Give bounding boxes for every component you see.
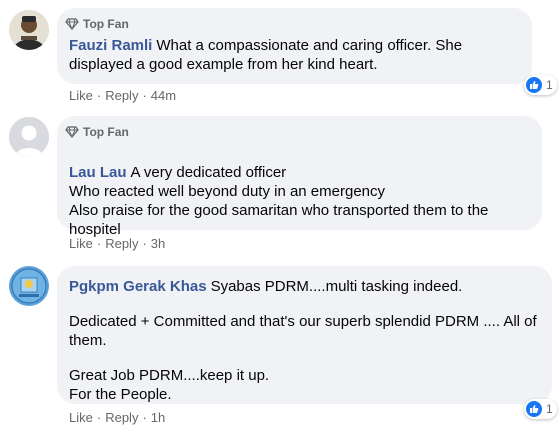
author-name[interactable]: Lau Lau (69, 164, 127, 181)
separator-dot: · (96, 410, 102, 425)
avatar-fauzi-ramli[interactable] (9, 10, 49, 50)
reaction-count[interactable]: 1 (524, 399, 557, 419)
top-fan-badge[interactable]: Top Fan (65, 125, 530, 139)
reply-button[interactable]: Reply (105, 88, 138, 103)
comment-text: Pgkpm Gerak Khas Syabas PDRM....multi tas… (69, 277, 540, 404)
comment-actions: Like · Reply · 3h (69, 236, 165, 251)
default-avatar-icon (9, 117, 49, 157)
comment-actions: Like · Reply · 1h (69, 410, 165, 425)
comment-text: Fauzi Ramli What a compassionate and cari… (69, 36, 520, 74)
comment-body: A very dedicated officer Who reacted wel… (69, 164, 489, 238)
avatar-pgkpm-gerak-khas[interactable] (9, 266, 49, 306)
timestamp[interactable]: 1h (151, 410, 165, 425)
avatar-photo (9, 10, 49, 50)
reply-button[interactable]: Reply (105, 410, 138, 425)
reaction-count[interactable]: 1 (524, 75, 557, 95)
like-thumb-icon (526, 401, 542, 417)
comment-bubble: Top Fan Lau Lau A very dedicated officer … (57, 116, 542, 238)
reaction-number: 1 (546, 78, 553, 92)
timestamp[interactable]: 3h (151, 236, 165, 251)
avatar-lau-lau[interactable] (9, 117, 49, 157)
reaction-number: 1 (546, 402, 553, 416)
separator-dot: · (96, 236, 102, 251)
comment-paragraph: Pgkpm Gerak Khas Syabas PDRM....multi tas… (69, 277, 540, 296)
comment-paragraph: Dedicated + Committed and that's our sup… (69, 313, 537, 349)
timestamp[interactable]: 44m (151, 88, 176, 103)
diamond-icon (65, 18, 79, 30)
like-button[interactable]: Like (69, 410, 93, 425)
badge-label: Top Fan (83, 125, 129, 139)
separator-dot: · (142, 88, 147, 103)
page-logo-icon (9, 266, 49, 306)
separator-dot: · (96, 88, 102, 103)
separator-dot: · (142, 410, 147, 425)
like-button[interactable]: Like (69, 88, 93, 103)
comment-paragraph: Great Job PDRM....keep it up. For the Pe… (69, 367, 270, 403)
badge-label: Top Fan (83, 17, 129, 31)
comment-actions: Like · Reply · 44m (69, 88, 176, 103)
comment-text: Lau Lau A very dedicated officer Who reac… (69, 144, 530, 239)
reply-button[interactable]: Reply (105, 236, 138, 251)
like-button[interactable]: Like (69, 236, 93, 251)
top-fan-badge[interactable]: Top Fan (65, 17, 520, 31)
author-name[interactable]: Pgkpm Gerak Khas (69, 278, 207, 295)
comment-bubble: Top Fan Fauzi Ramli What a compassionate … (57, 8, 532, 84)
comment-body: Syabas PDRM....multi tasking indeed. (210, 278, 463, 295)
comment-bubble: Pgkpm Gerak Khas Syabas PDRM....multi tas… (57, 266, 552, 404)
author-name[interactable]: Fauzi Ramli (69, 37, 152, 54)
diamond-icon (65, 126, 79, 138)
like-thumb-icon (526, 77, 542, 93)
separator-dot: · (142, 236, 147, 251)
